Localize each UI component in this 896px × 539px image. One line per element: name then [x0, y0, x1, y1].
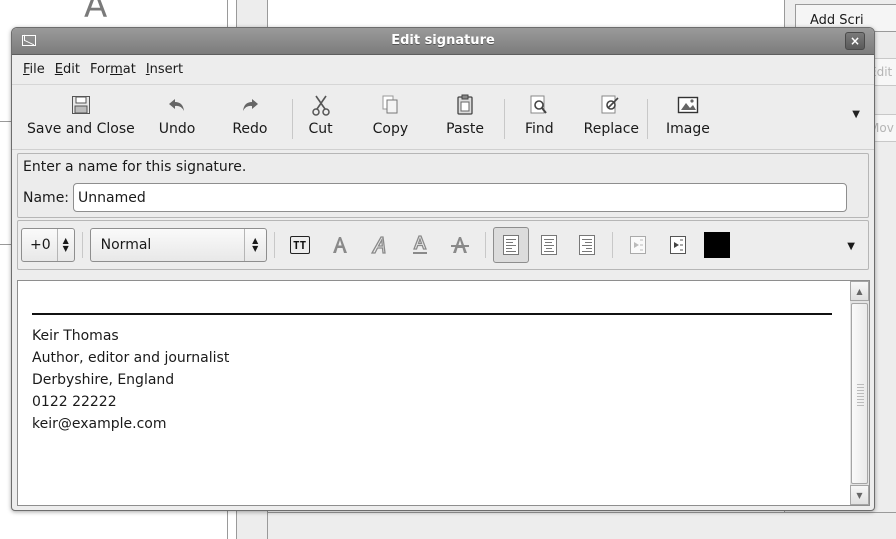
align-center-icon: [540, 235, 557, 255]
underline-icon: [412, 235, 427, 254]
format-toolbar: +0 ▲ ▼ Normal ▲ ▼ TT ▼: [17, 220, 869, 270]
align-right-button[interactable]: [569, 227, 605, 263]
underline-button[interactable]: [402, 227, 438, 263]
copy-label: Copy: [372, 121, 409, 137]
scroll-thumb[interactable]: [851, 303, 868, 484]
text-color-button[interactable]: [703, 232, 730, 258]
paste-label: Paste: [446, 121, 484, 137]
copy-button[interactable]: Copy: [372, 90, 409, 146]
name-row: Name:: [23, 183, 868, 212]
replace-button[interactable]: Replace: [584, 90, 639, 146]
main-toolbar: Save and Close Undo Redo Cut Copy Paste …: [12, 85, 874, 150]
redo-button[interactable]: Redo: [232, 90, 268, 146]
title-bar[interactable]: Edit signature ×: [12, 28, 874, 55]
edit-signature-dialog: Edit signature × File Edit Format Insert…: [11, 27, 875, 511]
undo-label: Undo: [158, 121, 196, 137]
scroll-up-icon[interactable]: ▲: [850, 281, 869, 301]
menu-format[interactable]: Format: [85, 62, 141, 77]
font-size-value: +0: [22, 229, 58, 261]
redo-label: Redo: [232, 121, 268, 137]
cut-label: Cut: [308, 121, 333, 137]
image-label: Image: [666, 121, 710, 137]
align-right-icon: [578, 235, 595, 255]
find-icon: [528, 93, 550, 117]
paste-icon: [454, 93, 476, 117]
italic-icon: [370, 236, 386, 254]
format-separator: [273, 232, 275, 258]
toolbar-separator: [503, 99, 505, 139]
indent-button[interactable]: [660, 227, 696, 263]
format-separator: [611, 232, 613, 258]
redo-icon: [239, 93, 261, 117]
name-prompt: Enter a name for this signature.: [23, 159, 247, 175]
insert-image-button[interactable]: Image: [666, 90, 710, 146]
strikethrough-button[interactable]: [442, 227, 478, 263]
horizontal-rule: [32, 313, 832, 315]
signature-line: Author, editor and journalist: [32, 350, 230, 366]
replace-label: Replace: [583, 121, 640, 137]
background-bottom-strip: [268, 512, 896, 539]
window-title: Edit signature: [391, 33, 495, 48]
align-left-button[interactable]: [492, 227, 529, 263]
find-button[interactable]: Find: [525, 90, 554, 146]
menu-bar: File Edit Format Insert: [12, 55, 874, 85]
typewriter-button[interactable]: TT: [282, 227, 318, 263]
signature-editor[interactable]: Keir Thomas Author, editor and journalis…: [17, 280, 851, 506]
replace-icon: [600, 93, 622, 117]
save-and-close-button[interactable]: Save and Close: [27, 90, 135, 146]
bold-button[interactable]: [322, 227, 358, 263]
outdent-button: [620, 227, 656, 263]
outdent-icon: [629, 236, 646, 254]
bold-icon: [332, 237, 347, 253]
toolbar-overflow-chevron-icon[interactable]: ▼: [852, 109, 860, 120]
save-and-close-label: Save and Close: [27, 121, 135, 137]
copy-icon: [379, 93, 401, 117]
format-separator: [484, 232, 486, 258]
strikethrough-icon: [450, 237, 469, 253]
editor-scrollbar[interactable]: ▲ ▼: [850, 280, 870, 506]
menu-file[interactable]: File: [18, 62, 50, 77]
undo-icon: [166, 93, 188, 117]
signature-line: 0122 22222: [32, 394, 117, 410]
cut-button[interactable]: Cut: [309, 90, 333, 146]
close-button[interactable]: ×: [845, 32, 865, 50]
undo-button[interactable]: Undo: [158, 90, 196, 146]
signature-line: Keir Thomas: [32, 328, 119, 344]
align-left-icon: [502, 235, 519, 255]
scroll-down-icon[interactable]: ▼: [850, 485, 869, 505]
font-size-spinner[interactable]: +0 ▲ ▼: [21, 228, 75, 262]
paste-button[interactable]: Paste: [446, 90, 484, 146]
menu-insert[interactable]: Insert: [141, 62, 188, 77]
menu-edit[interactable]: Edit: [50, 62, 85, 77]
paragraph-style-value: Normal: [100, 237, 152, 253]
image-icon: [677, 93, 699, 117]
font-icon: A: [84, 0, 108, 26]
indent-icon: [669, 236, 686, 254]
select-arrows-icon: ▲ ▼: [243, 229, 266, 261]
paragraph-style-select[interactable]: Normal ▲ ▼: [89, 228, 267, 262]
find-label: Find: [524, 121, 554, 137]
grip-icon: [857, 384, 864, 406]
signature-name-section: Enter a name for this signature. Name:: [17, 153, 869, 218]
toolbar-separator: [647, 99, 649, 139]
signature-name-input[interactable]: [73, 183, 848, 212]
signature-line: keir@example.com: [32, 416, 167, 432]
signature-line: Derbyshire, England: [32, 372, 175, 388]
save-icon: [70, 93, 92, 117]
scissors-icon: [310, 93, 332, 117]
name-label: Name:: [23, 189, 70, 206]
format-separator: [81, 232, 83, 258]
format-overflow-chevron-icon[interactable]: ▼: [847, 241, 855, 252]
typewriter-icon: TT: [289, 236, 310, 254]
spinner-arrows-icon[interactable]: ▲ ▼: [58, 237, 74, 253]
italic-button[interactable]: [362, 227, 398, 263]
align-center-button[interactable]: [531, 227, 567, 263]
toolbar-separator: [291, 99, 293, 139]
